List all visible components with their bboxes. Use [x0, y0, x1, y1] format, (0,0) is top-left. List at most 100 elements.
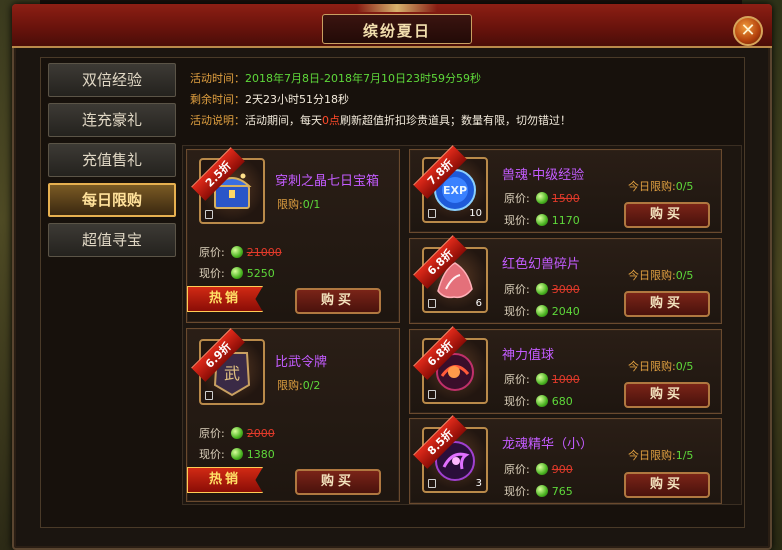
shop-item-card: 2.5折 穿刺之晶七日宝箱 限购:0/1 原价: 21000 现价: 5250 热销… — [186, 147, 400, 323]
remaining-time-row: 剩余时间：2天23小时51分18秒 — [190, 89, 738, 110]
item-count: 6 — [475, 298, 482, 309]
coin-icon — [230, 267, 243, 279]
current-price-value: 2040 — [551, 305, 580, 318]
event-time-value: 2018年7月8日-2018年7月10日23时59分59秒 — [245, 72, 481, 85]
current-price-label: 现价: — [199, 448, 225, 461]
original-price-row: 原价: 1500 — [504, 190, 580, 206]
coin-icon — [535, 463, 548, 475]
title-ornament — [357, 4, 437, 12]
current-price-row: 现价: 680 — [504, 393, 573, 409]
original-price-label: 原价: — [199, 246, 225, 259]
daily-limit: 今日限购:1/5 — [628, 447, 693, 463]
original-price-value: 900 — [551, 463, 573, 476]
item-name: 比武令牌 — [275, 355, 328, 370]
item-name: 红色幻兽碎片 — [502, 257, 581, 272]
bind-lock-icon — [428, 390, 436, 399]
daily-limit: 今日限购:0/5 — [628, 358, 693, 374]
event-time-row: 活动时间：2018年7月8日-2018年7月10日23时59分59秒 — [190, 68, 738, 89]
coin-icon — [230, 448, 243, 460]
buy-button[interactable]: 购买 — [295, 288, 381, 314]
coin-icon — [535, 373, 548, 385]
tab-list: 双倍经验 连充豪礼 充值售礼 每日限购 超值寻宝 — [48, 63, 178, 263]
current-price-label: 现价: — [199, 267, 225, 280]
daily-limit: 今日限购:0/5 — [628, 267, 693, 283]
original-price-value: 21000 — [246, 246, 282, 259]
current-price-value: 5250 — [246, 267, 275, 280]
bind-lock-icon — [205, 210, 213, 219]
remaining-time-label: 剩余时间： — [190, 93, 245, 106]
buy-button[interactable]: 购买 — [624, 382, 710, 408]
current-price-value: 765 — [551, 485, 573, 498]
daily-limit: 今日限购:0/5 — [628, 178, 693, 194]
item-limit: 限购:0/2 — [277, 377, 320, 393]
hot-sale-badge: 热销 — [187, 286, 263, 312]
daily-limit-label: 今日限购: — [628, 180, 676, 193]
current-price-row: 现价: 1170 — [504, 212, 580, 228]
original-price-row: 原价: 1000 — [504, 371, 580, 387]
original-price-value: 2000 — [246, 427, 275, 440]
coin-icon — [535, 485, 548, 497]
current-price-label: 现价: — [504, 305, 530, 318]
current-price-label: 现价: — [504, 485, 530, 498]
title-plate: 缤纷夏日 — [322, 14, 472, 44]
event-info: 活动时间：2018年7月8日-2018年7月10日23时59分59秒 剩余时间：… — [190, 68, 738, 140]
limit-label: 限购: — [277, 379, 303, 392]
close-icon: ✕ — [740, 20, 756, 41]
bind-lock-icon — [205, 391, 213, 400]
original-price-label: 原价: — [504, 192, 530, 205]
original-price-label: 原价: — [504, 283, 530, 296]
hot-sale-badge: 热销 — [187, 467, 263, 493]
event-desc-row: 活动说明：活动期间，每天0点刷新超值折扣珍贵道具；数量有限，切勿错过！ — [190, 110, 738, 131]
limit-value: 0/1 — [302, 198, 321, 211]
buy-button[interactable]: 购买 — [624, 202, 710, 228]
limit-label: 限购: — [277, 198, 303, 211]
original-price-row: 原价: 2000 — [199, 425, 275, 441]
coin-icon — [535, 192, 548, 204]
daily-limit-value: 0/5 — [675, 269, 694, 282]
daily-limit-label: 今日限购: — [628, 449, 676, 462]
tab-daily-limited[interactable]: 每日限购 — [48, 183, 176, 217]
current-price-value: 680 — [551, 395, 573, 408]
coin-icon — [230, 246, 243, 258]
daily-limit-value: 0/5 — [675, 180, 694, 193]
item-name: 穿刺之晶七日宝箱 — [275, 174, 380, 189]
svg-text:EXP: EXP — [443, 184, 467, 197]
current-price-label: 现价: — [504, 395, 530, 408]
event-desc-prefix: 活动期间，每天 — [245, 114, 322, 127]
buy-button[interactable]: 购买 — [624, 472, 710, 498]
event-time-label: 活动时间： — [190, 72, 245, 85]
item-name: 龙魂精华（小） — [502, 437, 594, 452]
original-price-row: 原价: 3000 — [504, 281, 580, 297]
original-price-label: 原价: — [504, 373, 530, 386]
item-count: 10 — [469, 208, 482, 219]
item-name: 兽魂·中级经验 — [502, 168, 585, 183]
bind-lock-icon — [428, 479, 436, 488]
coin-icon — [535, 305, 548, 317]
current-price-row: 现价: 765 — [504, 483, 573, 499]
original-price-value: 3000 — [551, 283, 580, 296]
shop-item-card: EXP 10 7.8折 兽魂·中级经验 原价: 1500 现价: 1170 今日限购… — [409, 145, 722, 233]
close-button[interactable]: ✕ — [733, 16, 763, 46]
current-price-label: 现价: — [504, 214, 530, 227]
shop-item-card: 3 8.5折 龙魂精华（小） 原价: 900 现价: 765 今日限购:1/5 购买 — [409, 415, 722, 504]
tab-recharge-gift[interactable]: 连充豪礼 — [48, 103, 176, 137]
tab-treasure-hunt[interactable]: 超值寻宝 — [48, 223, 176, 257]
event-desc-suffix: 刷新超值折扣珍贵道具；数量有限，切勿错过！ — [340, 114, 571, 127]
tab-double-exp[interactable]: 双倍经验 — [48, 63, 176, 97]
item-name: 神力值球 — [502, 348, 555, 363]
event-desc-highlight: 0点 — [322, 114, 340, 127]
coin-icon — [230, 427, 243, 439]
coin-icon — [535, 214, 548, 226]
buy-button[interactable]: 购买 — [295, 469, 381, 495]
original-price-row: 原价: 900 — [504, 461, 573, 477]
bind-lock-icon — [428, 299, 436, 308]
svg-text:武: 武 — [224, 364, 240, 383]
window-title: 缤纷夏日 — [362, 22, 431, 40]
current-price-value: 1380 — [246, 448, 275, 461]
buy-button[interactable]: 购买 — [624, 291, 710, 317]
current-price-row: 现价: 5250 — [199, 265, 275, 281]
tab-recharge-sale[interactable]: 充值售礼 — [48, 143, 176, 177]
current-price-value: 1170 — [551, 214, 580, 227]
shop-item-card: 6 6.8折 红色幻兽碎片 原价: 3000 现价: 2040 今日限购:0/5 购… — [409, 235, 722, 324]
original-price-value: 1000 — [551, 373, 580, 386]
